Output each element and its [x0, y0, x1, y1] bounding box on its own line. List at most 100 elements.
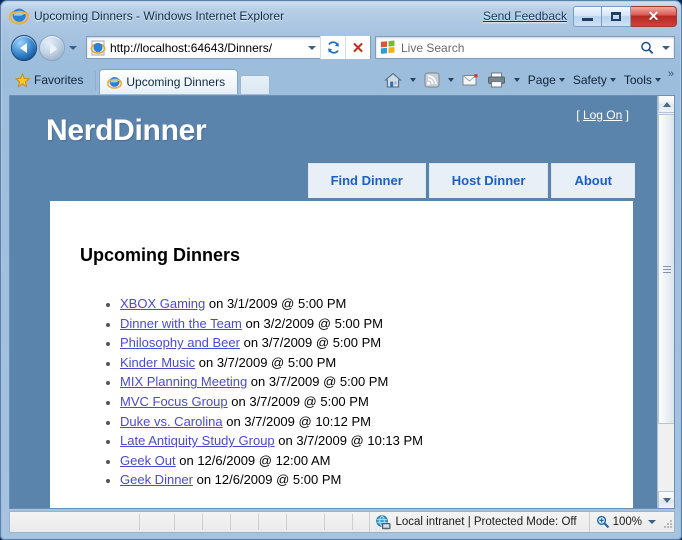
dinner-datetime: on 3/7/2009 @ 5:00 PM — [247, 374, 389, 390]
dinner-link[interactable]: Duke vs. Carolina — [120, 414, 223, 429]
dinner-link[interactable]: Dinner with the Team — [120, 316, 242, 331]
list-item: Dinner with the Team on 3/2/2009 @ 5:00 … — [120, 314, 633, 334]
search-button[interactable] — [636, 41, 658, 55]
chevron-down-icon — [69, 45, 77, 50]
tab-bar: Favorites Upcoming Dinners Page Safety T… — [5, 65, 679, 94]
recent-pages-dropdown[interactable] — [66, 38, 80, 58]
log-on-link[interactable]: Log On — [583, 108, 622, 122]
page-menu-button[interactable]: Page — [524, 69, 569, 91]
close-icon: ✕ — [647, 8, 660, 24]
arrow-down-icon — [662, 497, 671, 503]
site-navigation: Find Dinner Host Dinner About — [307, 163, 635, 198]
search-box[interactable]: Live Search — [375, 36, 675, 59]
chevron-down-icon[interactable] — [648, 520, 656, 524]
live-search-logo-icon — [381, 40, 395, 54]
chevron-down-icon — [662, 45, 670, 50]
status-segment — [287, 514, 325, 530]
dinner-datetime: on 3/7/2009 @ 5:00 PM — [227, 393, 369, 409]
window-title: Upcoming Dinners - Windows Internet Expl… — [34, 9, 285, 23]
status-bar: Local intranet | Protected Mode: Off 100… — [9, 511, 675, 533]
minimize-icon — [582, 17, 593, 21]
send-feedback-link[interactable]: Send Feedback — [483, 9, 573, 23]
printer-icon — [487, 72, 505, 88]
chevron-down-icon — [409, 78, 416, 82]
vertical-scrollbar[interactable] — [657, 96, 674, 508]
read-mail-button[interactable] — [458, 69, 483, 91]
arrow-right-icon — [49, 42, 57, 53]
maximize-button[interactable] — [602, 5, 631, 27]
chevron-down-icon — [307, 45, 316, 50]
new-tab-button[interactable] — [240, 75, 271, 94]
refresh-icon — [327, 41, 339, 54]
scrollbar-thumb[interactable] — [658, 114, 674, 424]
search-dropdown-button[interactable] — [658, 45, 674, 50]
print-button[interactable] — [483, 69, 510, 91]
list-item: Geek Out on 12/6/2009 @ 12:00 AM — [120, 451, 633, 471]
scroll-down-button[interactable] — [658, 491, 674, 508]
dinner-link[interactable]: Geek Dinner — [120, 472, 193, 487]
scroll-up-button[interactable] — [658, 96, 674, 113]
minimize-button[interactable] — [573, 5, 602, 27]
favorites-button[interactable]: Favorites — [9, 68, 92, 92]
nav-find-dinner[interactable]: Find Dinner — [307, 163, 426, 198]
feeds-button[interactable] — [420, 69, 444, 91]
toolbar-overflow-button[interactable]: » — [665, 68, 677, 86]
dinner-link[interactable]: Philosophy and Beer — [120, 335, 240, 350]
dinner-link[interactable]: MVC Focus Group — [120, 394, 228, 409]
window-controls: ✕ — [573, 5, 677, 27]
safety-menu-button[interactable]: Safety — [569, 69, 620, 91]
close-button[interactable]: ✕ — [631, 5, 677, 27]
forward-button[interactable] — [39, 34, 65, 61]
address-dropdown-button[interactable] — [303, 37, 320, 58]
dinner-link[interactable]: Kinder Music — [120, 355, 195, 370]
print-dropdown[interactable] — [510, 69, 524, 91]
chevron-down-icon — [558, 78, 565, 82]
search-input[interactable]: Live Search — [401, 41, 636, 55]
stop-button[interactable]: ✕ — [345, 36, 370, 59]
list-item: Kinder Music on 3/7/2009 @ 5:00 PM — [120, 353, 633, 373]
dinner-link[interactable]: MIX Planning Meeting — [120, 374, 247, 389]
list-item: MVC Focus Group on 3/7/2009 @ 5:00 PM — [120, 392, 633, 412]
nav-about[interactable]: About — [551, 163, 635, 198]
dinner-link[interactable]: Geek Out — [120, 453, 176, 468]
zoom-control[interactable]: 100% — [588, 512, 660, 532]
address-bar[interactable]: http://localhost:64643/Dinners/ ✕ — [86, 36, 371, 59]
logon-area: [ Log On ] — [576, 108, 629, 122]
grip-icon — [662, 264, 671, 275]
close-x-icon: ✕ — [351, 39, 365, 57]
refresh-button[interactable] — [320, 36, 345, 59]
browser-tab-active[interactable]: Upcoming Dinners — [99, 69, 239, 94]
tools-menu-button[interactable]: Tools — [620, 69, 665, 91]
list-item: MIX Planning Meeting on 3/7/2009 @ 5:00 … — [120, 372, 633, 392]
dinner-datetime: on 3/7/2009 @ 10:12 PM — [222, 413, 371, 429]
internet-explorer-icon — [9, 8, 29, 25]
home-button[interactable] — [380, 69, 406, 91]
list-item: XBOX Gaming on 3/1/2009 @ 5:00 PM — [120, 294, 633, 314]
dinner-link[interactable]: Late Antiquity Study Group — [120, 433, 275, 448]
title-bar: Upcoming Dinners - Windows Internet Expl… — [5, 3, 679, 29]
dinner-datetime: on 3/1/2009 @ 5:00 PM — [205, 296, 347, 311]
dinner-datetime: on 3/7/2009 @ 10:13 PM — [274, 433, 424, 449]
web-page: NerdDinner [ Log On ] Find Dinner Host D… — [10, 96, 659, 508]
chevron-down-icon — [447, 78, 454, 82]
dinner-link[interactable]: XBOX Gaming — [120, 296, 205, 311]
list-item: Philosophy and Beer on 3/7/2009 @ 5:00 P… — [120, 333, 633, 353]
nav-host-dinner[interactable]: Host Dinner — [428, 163, 549, 198]
arrow-left-icon — [19, 42, 27, 53]
home-dropdown[interactable] — [406, 69, 420, 91]
dinner-datetime: on 3/7/2009 @ 5:00 PM — [239, 335, 382, 351]
mail-icon — [462, 74, 478, 86]
resize-grip-icon[interactable] — [662, 518, 674, 530]
security-zone-indicator[interactable]: Local intranet | Protected Mode: Off — [369, 512, 588, 532]
list-item: Late Antiquity Study Group on 3/7/2009 @… — [120, 431, 633, 451]
security-zone-text: Local intranet | Protected Mode: Off — [395, 516, 577, 528]
dinner-datetime: on 12/6/2009 @ 12:00 AM — [175, 452, 331, 468]
internet-explorer-icon — [107, 76, 123, 89]
feeds-dropdown[interactable] — [444, 69, 458, 91]
site-brand: NerdDinner — [46, 114, 207, 147]
command-bar: Page Safety Tools » — [380, 68, 679, 92]
page-icon — [90, 40, 106, 55]
status-segment — [259, 514, 287, 530]
back-button[interactable] — [11, 34, 37, 61]
chevron-down-icon — [609, 78, 616, 82]
